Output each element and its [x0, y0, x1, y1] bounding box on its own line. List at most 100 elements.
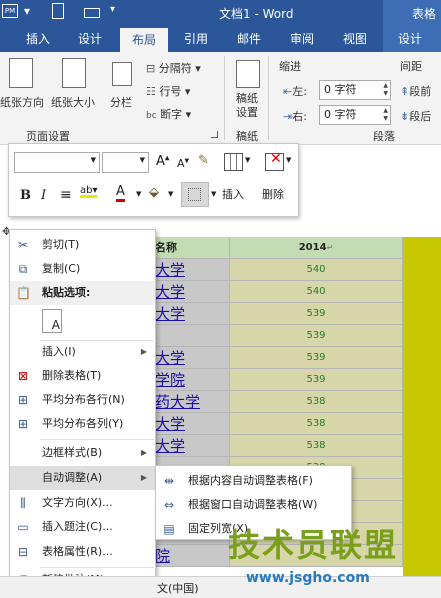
indent-left-spinner[interactable]: 0 字符 ▲ ▼ [319, 80, 391, 100]
menu-distribute-rows[interactable]: ⊞ 平均分布各行(N) [10, 388, 155, 412]
font-size-box[interactable]: ▼ [102, 152, 149, 173]
menu-insert[interactable]: 插入(I) ▶ [10, 340, 155, 364]
format-painter-icon[interactable]: ✎ [198, 153, 209, 168]
spacing-after-label[interactable]: ⇟段后 [400, 108, 431, 124]
tab-layout[interactable]: 布局 [120, 28, 168, 52]
menu-copy[interactable]: ⧉ 复制(C) [10, 257, 155, 281]
table-cell-value[interactable]: 538 [230, 391, 403, 413]
tab-references[interactable]: 引用 [176, 26, 216, 52]
spacing-before-label[interactable]: ⇞段前 [400, 83, 431, 99]
draft-settings-label-2: 设置 [236, 106, 258, 119]
line-numbers-button[interactable]: ☷ 行号 ▾ [146, 83, 190, 99]
table-cell-name[interactable]: 大学 [155, 259, 230, 281]
font-color-icon[interactable]: A [116, 185, 125, 202]
watermark: 技术员联盟 www.jsgho.com [228, 520, 441, 598]
menu-text-direction[interactable]: ⫼ 文字方向(X)... [10, 491, 155, 515]
table-cell-value[interactable]: 538 [230, 435, 403, 457]
language-indicator[interactable]: 文(中国) [157, 580, 199, 596]
table-cell-name[interactable]: 大学 [155, 347, 230, 369]
margins-button[interactable]: 纸张方向 [0, 94, 44, 110]
spinner-arrows-icon[interactable]: ▲ ▼ [383, 82, 388, 98]
submenu-autofit-window[interactable]: ⇔ 根据窗口自动调整表格(W) [156, 493, 351, 517]
font-color-dropdown-icon[interactable]: ▼ [136, 190, 141, 198]
page-setup-launcher-icon[interactable] [211, 131, 218, 138]
table-cell-value[interactable]: 539 [230, 369, 403, 391]
borders-dropdown-icon[interactable]: ▼ [211, 190, 216, 198]
header-name-cell[interactable]: 名称 [155, 237, 230, 259]
table-cell-name[interactable]: 大学 [155, 281, 230, 303]
table-cell-name[interactable]: 大学 [155, 413, 230, 435]
highlight-icon[interactable]: ab▾ [80, 185, 98, 196]
window-title: 文档1 - Word [219, 7, 294, 21]
table-cell-value[interactable]: 540 [230, 259, 403, 281]
hyphenation-button[interactable]: bc 断字 ▾ [146, 106, 191, 122]
breaks-button[interactable]: ⊟ 分隔符 ▾ [146, 60, 201, 76]
spacing-before-icon: ⇞ [400, 85, 410, 98]
qat-preview-icon[interactable] [52, 3, 64, 19]
line-numbers-label: 行号 [159, 85, 182, 98]
italic-icon[interactable]: I [41, 188, 46, 203]
paste-keep-text-icon[interactable]: A [42, 309, 62, 333]
shading-dropdown-icon[interactable]: ▼ [168, 190, 173, 198]
table-cell-name[interactable]: 药大学 [155, 391, 230, 413]
tab-design[interactable]: 设计 [70, 26, 110, 52]
borders-icon[interactable] [181, 182, 209, 207]
page-size-icon [62, 58, 86, 88]
menu-cut[interactable]: ✂ 剪切(T) [10, 233, 155, 257]
font-name-box[interactable]: ▼ [14, 152, 100, 173]
header-year-cell[interactable]: 2014↵ [230, 237, 403, 259]
table-cell-value[interactable]: 538 [230, 413, 403, 435]
table-cell-name[interactable]: 大学 [155, 303, 230, 325]
text-direction-icon: ⫼ [20, 496, 26, 510]
align-center-icon[interactable]: ≡ [60, 187, 72, 203]
bold-icon[interactable]: B [20, 188, 31, 203]
table-cell-value[interactable]: 540 [230, 281, 403, 303]
table-cell-name[interactable] [155, 325, 230, 347]
tab-view[interactable]: 视图 [335, 26, 375, 52]
qat-undo-icon[interactable]: ▾ [24, 4, 30, 18]
table-cell-value[interactable]: 539 [230, 303, 403, 325]
table-cell-name[interactable]: 院 [155, 545, 230, 567]
mini-insert-label[interactable]: 插入 [222, 186, 244, 202]
table-cell-value[interactable]: 539 [230, 347, 403, 369]
indent-right-spinner[interactable]: 0 字符 ▲ ▼ [319, 105, 391, 125]
table-cell-name[interactable]: 大学 [155, 435, 230, 457]
insert-table-icon[interactable] [224, 153, 243, 171]
menu-table-properties[interactable]: ⊟ 表格属性(R)... [10, 540, 155, 564]
qat-more-icon[interactable]: ▾ [110, 4, 115, 15]
grow-font-icon[interactable]: A▲ [156, 154, 170, 169]
dropdown-icon[interactable]: ▼ [286, 156, 291, 164]
qat-print-icon[interactable] [84, 8, 100, 18]
margins-icon [9, 58, 33, 88]
dropdown-icon[interactable]: ▼ [140, 156, 145, 164]
table-cell-name[interactable]: 学院 [155, 369, 230, 391]
tab-insert[interactable]: 插入 [18, 26, 58, 52]
title-bar: PM ▾ ▾ 文档1 - Word 表格 [0, 0, 441, 26]
indent-left-label: ⇤左: [283, 85, 307, 98]
submenu-autofit-contents[interactable]: ⇹ 根据内容自动调整表格(F) [156, 469, 351, 493]
shrink-font-icon[interactable]: A▼ [177, 157, 189, 170]
table-cell-value[interactable]: 539 [230, 325, 403, 347]
columns-button[interactable]: 分栏 [110, 94, 132, 110]
menu-distribute-cols[interactable]: ⊞ 平均分布各列(Y) [10, 412, 155, 436]
autofit-window-icon: ⇔ [163, 498, 175, 512]
clipboard-icon: 📋 [16, 286, 31, 300]
page-size-button[interactable]: 纸张大小 [51, 94, 95, 110]
tab-mailings[interactable]: 邮件 [229, 26, 269, 52]
delete-table-icon[interactable]: ✕ [265, 151, 284, 171]
spinner-arrows-icon[interactable]: ▲ ▼ [383, 107, 388, 123]
draft-settings-button[interactable]: 稿纸 设置 [236, 92, 258, 120]
shading-icon[interactable]: ⬙ [149, 185, 159, 200]
copy-icon: ⧉ [18, 262, 28, 276]
tab-review[interactable]: 审阅 [282, 26, 322, 52]
menu-border-styles[interactable]: 边框样式(B) ▶ [10, 441, 155, 465]
menu-autofit[interactable]: 自动调整(A) ▶ [10, 466, 155, 490]
mini-delete-label[interactable]: 删除 [262, 186, 284, 202]
submenu-arrow-icon: ▶ [140, 448, 147, 457]
dropdown-icon[interactable]: ▼ [245, 156, 250, 164]
tab-table-design[interactable]: 设计 [390, 26, 430, 52]
menu-delete-table[interactable]: ⊠ 删除表格(T) [10, 364, 155, 388]
qat-save-icon[interactable]: PM [2, 4, 18, 18]
menu-insert-caption[interactable]: ▭ 插入题注(C)... [10, 515, 155, 539]
dropdown-icon[interactable]: ▼ [91, 156, 96, 164]
